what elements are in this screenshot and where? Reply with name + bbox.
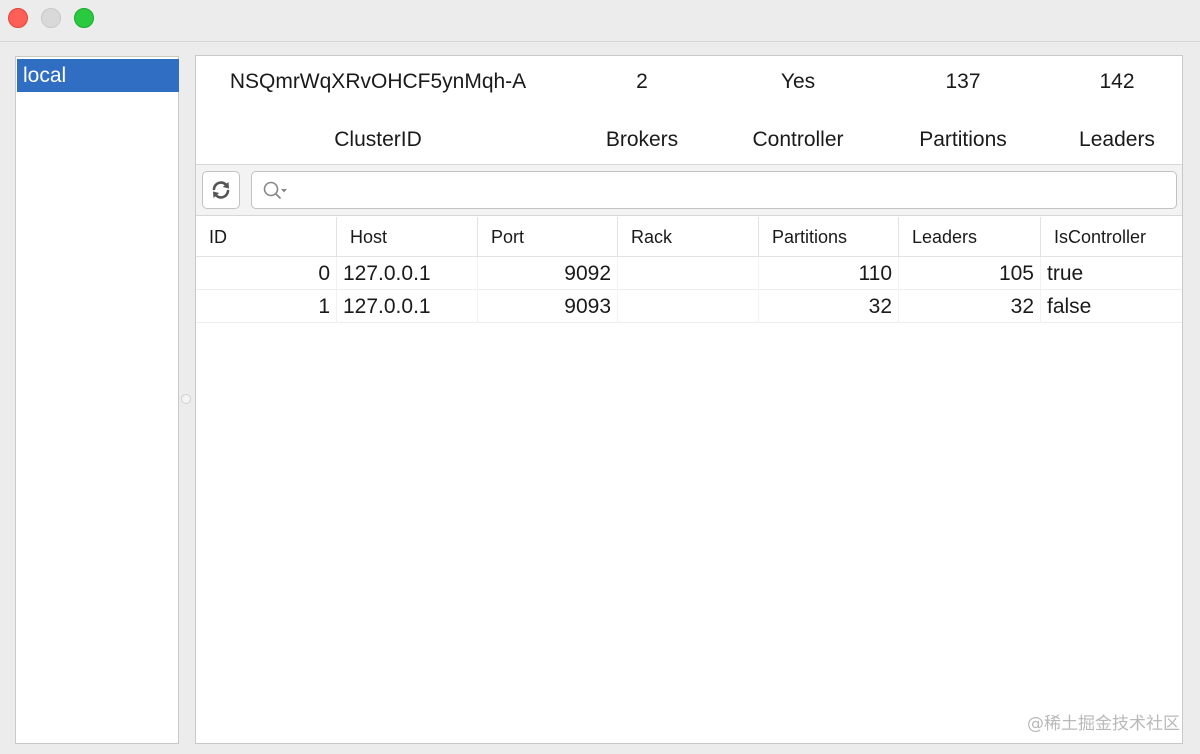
cell-id: 1 [196, 290, 337, 323]
cluster-summary: NSQmrWqXRvOHCF5ynMqh-A 2 Yes 137 142 Clu… [196, 56, 1182, 164]
title-bar [0, 0, 1200, 42]
cell-partitions: 32 [759, 290, 899, 323]
cluster-id-label: ClusterID [334, 128, 422, 151]
column-header-partitions[interactable]: Partitions [759, 217, 899, 257]
brokers-value: 2 [636, 70, 648, 93]
controller-value: Yes [780, 70, 816, 93]
cell-rack [618, 290, 759, 323]
maximize-window-button[interactable] [74, 8, 94, 28]
search-input[interactable] [294, 172, 1164, 208]
column-header-leaders[interactable]: Leaders [899, 217, 1041, 257]
controller-label: Controller [752, 128, 844, 151]
leaders-value: 142 [1099, 70, 1135, 93]
cluster-id-value: NSQmrWqXRvOHCF5ynMqh-A [229, 70, 527, 93]
partitions-value: 137 [945, 70, 981, 93]
table-header: ID Host Port Rack Partitions Leaders IsC… [196, 217, 1182, 257]
watermark: @稀土掘金技术社区 [1027, 714, 1180, 734]
cell-leaders: 105 [899, 257, 1041, 290]
sidebar-item-label: local [23, 64, 67, 87]
column-header-rack[interactable]: Rack [618, 217, 759, 257]
close-window-button[interactable] [8, 8, 28, 28]
column-header-host[interactable]: Host [337, 217, 478, 257]
table-row[interactable]: 0 127.0.0.1 9092 110 105 true [196, 257, 1182, 290]
cell-partitions: 110 [759, 257, 899, 290]
split-pane-handle[interactable] [181, 394, 191, 404]
cell-is-controller: false [1047, 295, 1092, 318]
refresh-icon [212, 181, 230, 199]
cell-leaders: 32 [899, 290, 1041, 323]
cell-rack [618, 257, 759, 290]
table-toolbar [196, 164, 1182, 216]
minimize-window-button[interactable] [41, 8, 61, 28]
brokers-table: ID Host Port Rack Partitions Leaders IsC… [196, 217, 1182, 323]
sidebar-item-local[interactable]: local [17, 59, 179, 92]
column-header-iscontroller[interactable]: IsController [1041, 217, 1182, 257]
cell-port: 9092 [478, 257, 618, 290]
search-field[interactable] [251, 171, 1177, 209]
refresh-button[interactable] [202, 171, 240, 209]
leaders-label: Leaders [1079, 128, 1155, 151]
cluster-sidebar: local [15, 56, 179, 744]
cell-is-controller: true [1047, 262, 1084, 285]
cell-host: 127.0.0.1 [337, 257, 478, 290]
column-header-id[interactable]: ID [196, 217, 337, 257]
partitions-label: Partitions [919, 128, 1007, 151]
column-header-port[interactable]: Port [478, 217, 618, 257]
brokers-label: Brokers [605, 128, 679, 151]
cell-port: 9093 [478, 290, 618, 323]
cell-host: 127.0.0.1 [337, 290, 478, 323]
table-row[interactable]: 1 127.0.0.1 9093 32 32 false [196, 290, 1182, 323]
cell-id: 0 [196, 257, 337, 290]
search-icon [263, 181, 287, 199]
main-panel: NSQmrWqXRvOHCF5ynMqh-A 2 Yes 137 142 Clu… [195, 55, 1183, 744]
